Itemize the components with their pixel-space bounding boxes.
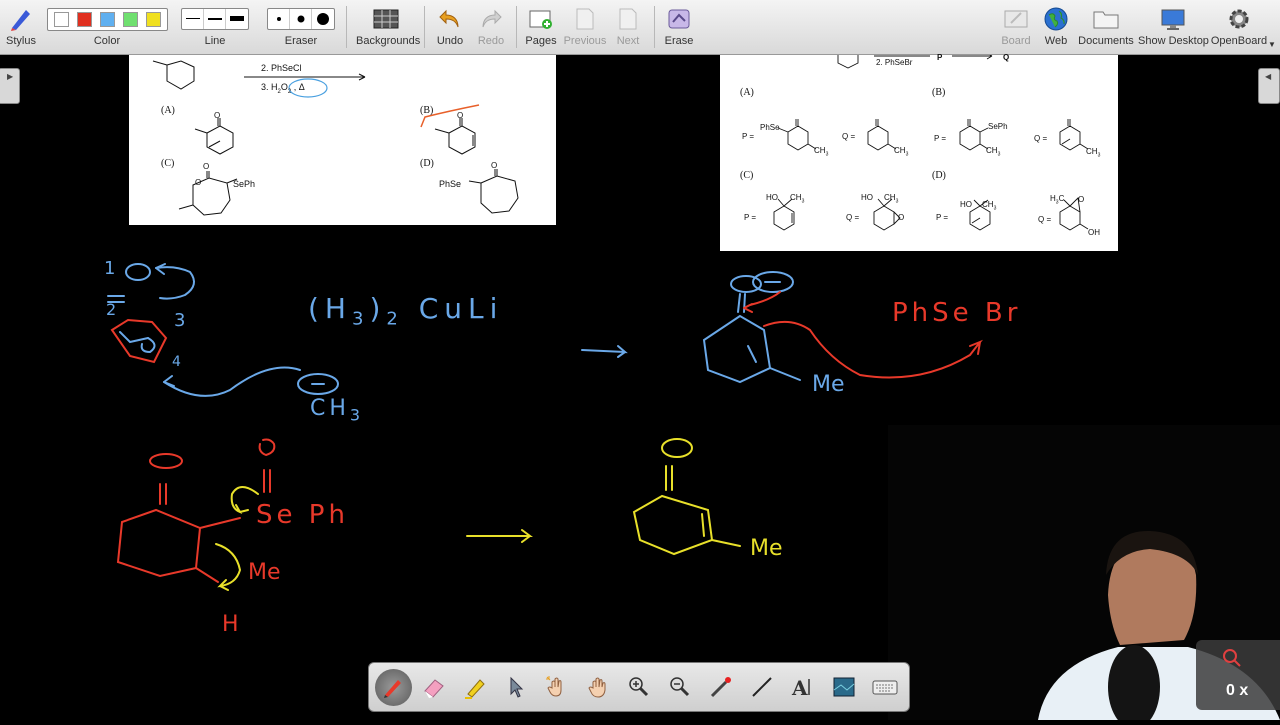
zoom-out-icon bbox=[670, 677, 689, 697]
ink-reagent: (H3)2 CuLi bbox=[308, 292, 504, 330]
red-ink-extra bbox=[258, 438, 276, 493]
ink-label-3: 3 bbox=[174, 310, 186, 331]
ink-label-4: 4 bbox=[172, 354, 181, 370]
ink-h: H bbox=[222, 612, 239, 637]
capture-tool[interactable] bbox=[825, 669, 862, 706]
hand-icon bbox=[588, 677, 606, 698]
line-icon bbox=[752, 677, 772, 697]
pen-icon bbox=[384, 680, 402, 698]
highlighter-icon bbox=[465, 679, 485, 699]
laser-pointer-tool[interactable] bbox=[702, 669, 739, 706]
ink-me-1: Me bbox=[812, 372, 845, 397]
laser-pointer-icon bbox=[710, 677, 731, 698]
ink-label-1: 1 bbox=[104, 258, 116, 279]
zoom-in-tool[interactable] bbox=[621, 669, 658, 706]
pen-tool[interactable] bbox=[375, 668, 412, 706]
ink-phsebr: PhSe Br bbox=[892, 298, 1022, 328]
zoom-factor: 0 x bbox=[1226, 682, 1249, 699]
zoom-in-icon bbox=[629, 677, 649, 697]
keyboard-icon bbox=[872, 680, 898, 695]
virtual-keyboard-tool[interactable] bbox=[866, 669, 903, 706]
eraser-icon bbox=[424, 679, 445, 698]
magnifier-icon bbox=[1222, 648, 1242, 673]
selector-tool[interactable] bbox=[498, 669, 535, 706]
highlighter-tool[interactable] bbox=[457, 669, 494, 706]
zoom-indicator: 0 x bbox=[1196, 640, 1280, 710]
zoom-out-tool[interactable] bbox=[661, 669, 698, 706]
ink-seph: Se Ph bbox=[256, 500, 349, 530]
ink-ch3: CH3 bbox=[310, 396, 365, 425]
text-tool[interactable]: A bbox=[784, 669, 821, 706]
svg-text:A: A bbox=[791, 676, 808, 699]
line-tool[interactable] bbox=[743, 669, 780, 706]
text-icon: A bbox=[791, 676, 810, 699]
interactor-tool[interactable] bbox=[539, 669, 576, 706]
hand-tool[interactable] bbox=[580, 669, 617, 706]
ink-me-3: Me bbox=[750, 536, 783, 561]
magic-hand-icon bbox=[546, 676, 562, 697]
cursor-arrow-icon bbox=[510, 676, 524, 698]
tool-palette: A bbox=[368, 662, 910, 712]
capture-icon bbox=[833, 677, 855, 697]
red-ink-strokes bbox=[116, 291, 984, 583]
eraser-tool[interactable] bbox=[416, 669, 453, 706]
ink-label-2: 2 bbox=[106, 300, 117, 319]
ink-me-2: Me bbox=[248, 560, 281, 585]
blue-ink-strokes bbox=[107, 263, 801, 397]
